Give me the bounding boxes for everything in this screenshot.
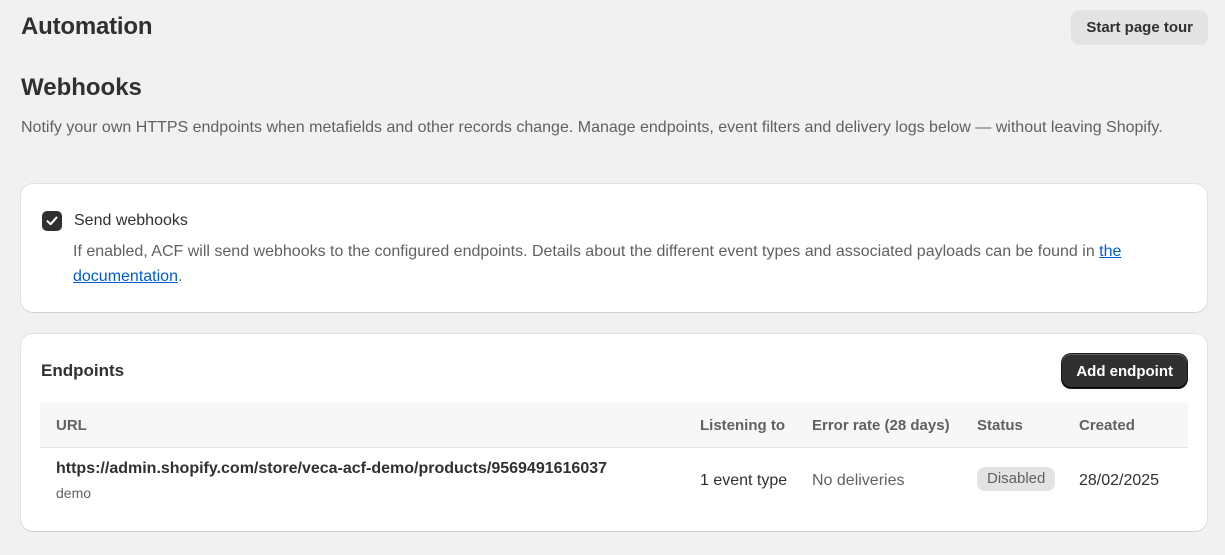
endpoint-url-subtitle: demo bbox=[56, 485, 92, 501]
send-webhooks-row: Send webhooks bbox=[42, 211, 188, 231]
column-url[interactable]: URL bbox=[56, 403, 87, 448]
webhooks-title: Webhooks bbox=[21, 74, 142, 101]
send-webhooks-checkbox[interactable] bbox=[42, 211, 62, 231]
top-bar: Automation Start page tour bbox=[21, 9, 1208, 45]
start-page-tour-button[interactable]: Start page tour bbox=[1071, 9, 1208, 45]
column-error-rate[interactable]: Error rate (28 days) bbox=[812, 403, 950, 448]
column-status[interactable]: Status bbox=[977, 403, 1023, 448]
endpoints-table: URL Listening to Error rate (28 days) St… bbox=[40, 403, 1188, 516]
endpoint-listening-to: 1 event type bbox=[700, 472, 788, 489]
table-header: URL Listening to Error rate (28 days) St… bbox=[40, 403, 1188, 448]
automation-page: Automation Start page tour Webhooks Noti… bbox=[0, 0, 1225, 555]
webhook-settings-card: Send webhooks If enabled, ACF will send … bbox=[21, 184, 1207, 312]
endpoints-card: Endpoints Add endpoint URL Listening to … bbox=[21, 334, 1207, 531]
column-listening-to[interactable]: Listening to bbox=[700, 403, 785, 448]
help-suffix: . bbox=[177, 268, 183, 285]
endpoints-title: Endpoints bbox=[41, 361, 125, 380]
endpoint-created-date: 28/02/2025 bbox=[1079, 472, 1160, 489]
help-text: If enabled, ACF will send webhooks to th… bbox=[73, 243, 1100, 260]
checkmark-icon bbox=[46, 216, 58, 226]
send-webhooks-label: Send webhooks bbox=[74, 212, 188, 229]
endpoint-error-rate: No deliveries bbox=[812, 472, 905, 489]
send-webhooks-help: If enabled, ACF will send webhooks to th… bbox=[73, 239, 1187, 289]
endpoint-url[interactable]: https://admin.shopify.com/store/veca-acf… bbox=[56, 460, 607, 478]
add-endpoint-button[interactable]: Add endpoint bbox=[1062, 354, 1187, 388]
webhooks-description: Notify your own HTTPS endpoints when met… bbox=[21, 119, 1163, 136]
status-badge: Disabled bbox=[977, 467, 1056, 491]
table-row[interactable]: https://admin.shopify.com/store/veca-acf… bbox=[40, 448, 1188, 516]
page-title: Automation bbox=[21, 13, 153, 40]
column-created[interactable]: Created bbox=[1079, 403, 1135, 448]
